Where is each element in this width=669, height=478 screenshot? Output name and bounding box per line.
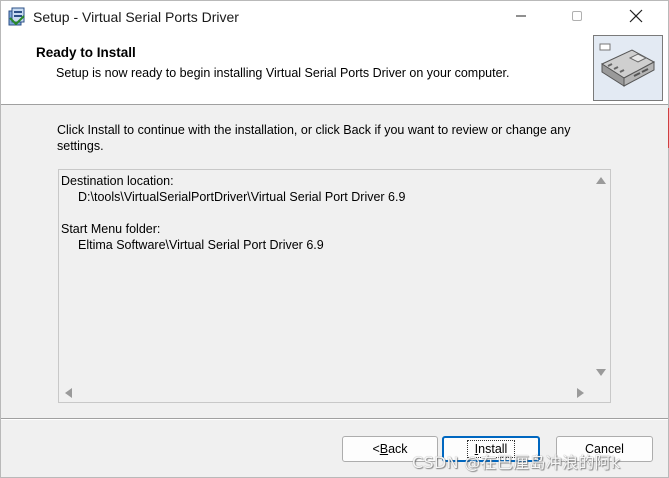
back-button-accel: B [379, 442, 389, 456]
watermark: CSDN @在巴厘岛冲浪的阿k [412, 453, 621, 472]
minimize-icon [515, 10, 527, 25]
horizontal-scrollbar[interactable] [59, 383, 592, 402]
bottom-divider [1, 418, 668, 420]
wizard-header: Ready to Install Setup is now ready to b… [1, 33, 668, 105]
memo-content: Destination location: D:\tools\VirtualSe… [61, 173, 589, 253]
summary-memo[interactable]: Destination location: D:\tools\VirtualSe… [58, 169, 611, 403]
startmenu-label: Start Menu folder: [61, 222, 161, 236]
startmenu-value: Eltima Software\Virtual Serial Port Driv… [78, 238, 324, 252]
minimize-button[interactable] [498, 1, 544, 33]
scroll-right-icon[interactable] [577, 388, 584, 398]
setup-window: Setup - Virtual Serial Ports Driver Read… [0, 0, 669, 478]
destination-value: D:\tools\VirtualSerialPortDriver\Virtual… [78, 190, 406, 204]
destination-label: Destination location: [61, 174, 174, 188]
close-button[interactable] [613, 1, 659, 33]
page-title: Ready to Install [36, 45, 136, 60]
page-subtitle: Setup is now ready to begin installing V… [56, 66, 510, 80]
driver-chip-icon [593, 35, 663, 101]
memo-spacer [61, 205, 589, 221]
scroll-up-icon[interactable] [596, 177, 606, 184]
window-title: Setup - Virtual Serial Ports Driver [33, 9, 239, 25]
back-button-label: ack [388, 442, 408, 456]
maximize-button[interactable] [554, 1, 600, 33]
close-icon [629, 9, 643, 26]
maximize-icon [571, 10, 583, 25]
intro-text: Click Install to continue with the insta… [57, 123, 571, 153]
scroll-left-icon[interactable] [65, 388, 72, 398]
vertical-scrollbar[interactable] [591, 170, 610, 383]
back-button-prefix: < [372, 442, 380, 456]
scroll-corner [591, 383, 610, 402]
title-bar[interactable]: Setup - Virtual Serial Ports Driver [1, 1, 668, 33]
setup-icon [7, 7, 27, 27]
scroll-down-icon[interactable] [596, 369, 606, 376]
